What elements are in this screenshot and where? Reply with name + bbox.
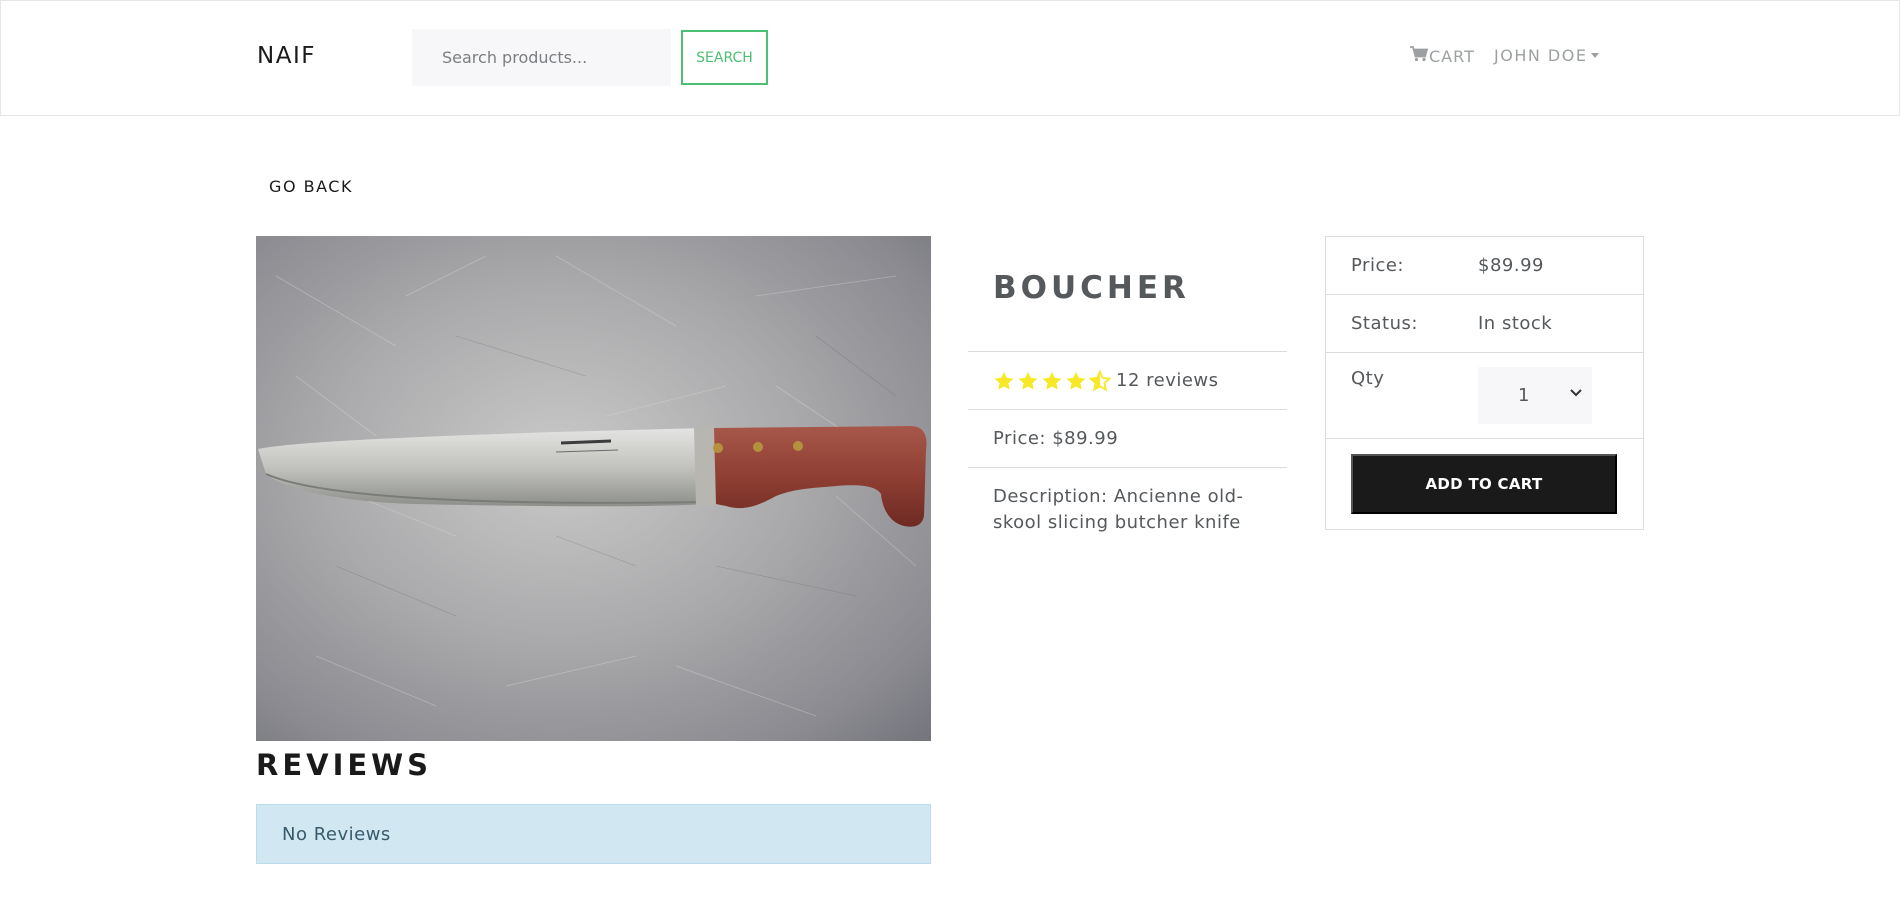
knife-photo-icon	[256, 236, 931, 741]
no-reviews-alert: No Reviews	[256, 804, 931, 864]
rating: 12 reviews	[968, 352, 1287, 410]
qty-label: Qty	[1351, 368, 1385, 389]
qty-select[interactable]: 1	[1478, 367, 1592, 424]
buy-price-row: Price: $89.99	[1326, 237, 1643, 295]
add-to-cart-row: ADD TO CART	[1326, 439, 1643, 514]
search-input[interactable]	[412, 29, 671, 86]
nav-cart-link[interactable]: CART	[1410, 46, 1475, 66]
star-rating	[993, 369, 1113, 392]
go-back-button[interactable]: GO BACK	[256, 162, 366, 210]
chevron-down-icon	[1570, 389, 1582, 397]
product-title: BOUCHER	[968, 236, 1287, 352]
star-icon	[1066, 371, 1086, 390]
user-dropdown[interactable]: JOHN DOE	[1494, 46, 1600, 65]
product-description: Description: Ancienne old-skool slicing …	[993, 486, 1244, 533]
star-icon	[1042, 371, 1062, 390]
star-icon	[1018, 371, 1038, 390]
product-image	[256, 236, 931, 741]
reviews-count: 12 reviews	[1116, 370, 1219, 391]
search-button[interactable]: SEARCH	[681, 30, 768, 85]
cart-label: CART	[1429, 46, 1475, 66]
caret-down-icon	[1591, 53, 1600, 58]
buy-qty-row: Qty 1	[1326, 353, 1643, 439]
user-name: JOHN DOE	[1494, 46, 1588, 65]
star-half-icon	[1089, 369, 1111, 391]
product-info: BOUCHER 12 reviews Price: $89.99 Descrip…	[968, 236, 1287, 552]
star-icon	[994, 371, 1014, 390]
product-price: Price: $89.99	[968, 410, 1287, 468]
add-to-cart-button[interactable]: ADD TO CART	[1351, 454, 1617, 514]
buy-card: Price: $89.99 Status: In stock Qty 1 ADD…	[1325, 236, 1644, 530]
navbar: NAIF SEARCH CART JOHN DOE	[0, 0, 1900, 116]
price-value: $89.99	[1478, 255, 1544, 276]
qty-value: 1	[1518, 385, 1530, 406]
price-label: Price:	[1351, 255, 1404, 276]
status-label: Status:	[1351, 313, 1418, 334]
cart-icon	[1410, 46, 1429, 66]
buy-status-row: Status: In stock	[1326, 295, 1643, 353]
reviews-heading: REVIEWS	[256, 748, 433, 782]
brand-logo[interactable]: NAIF	[257, 43, 316, 69]
status-value: In stock	[1478, 313, 1553, 334]
